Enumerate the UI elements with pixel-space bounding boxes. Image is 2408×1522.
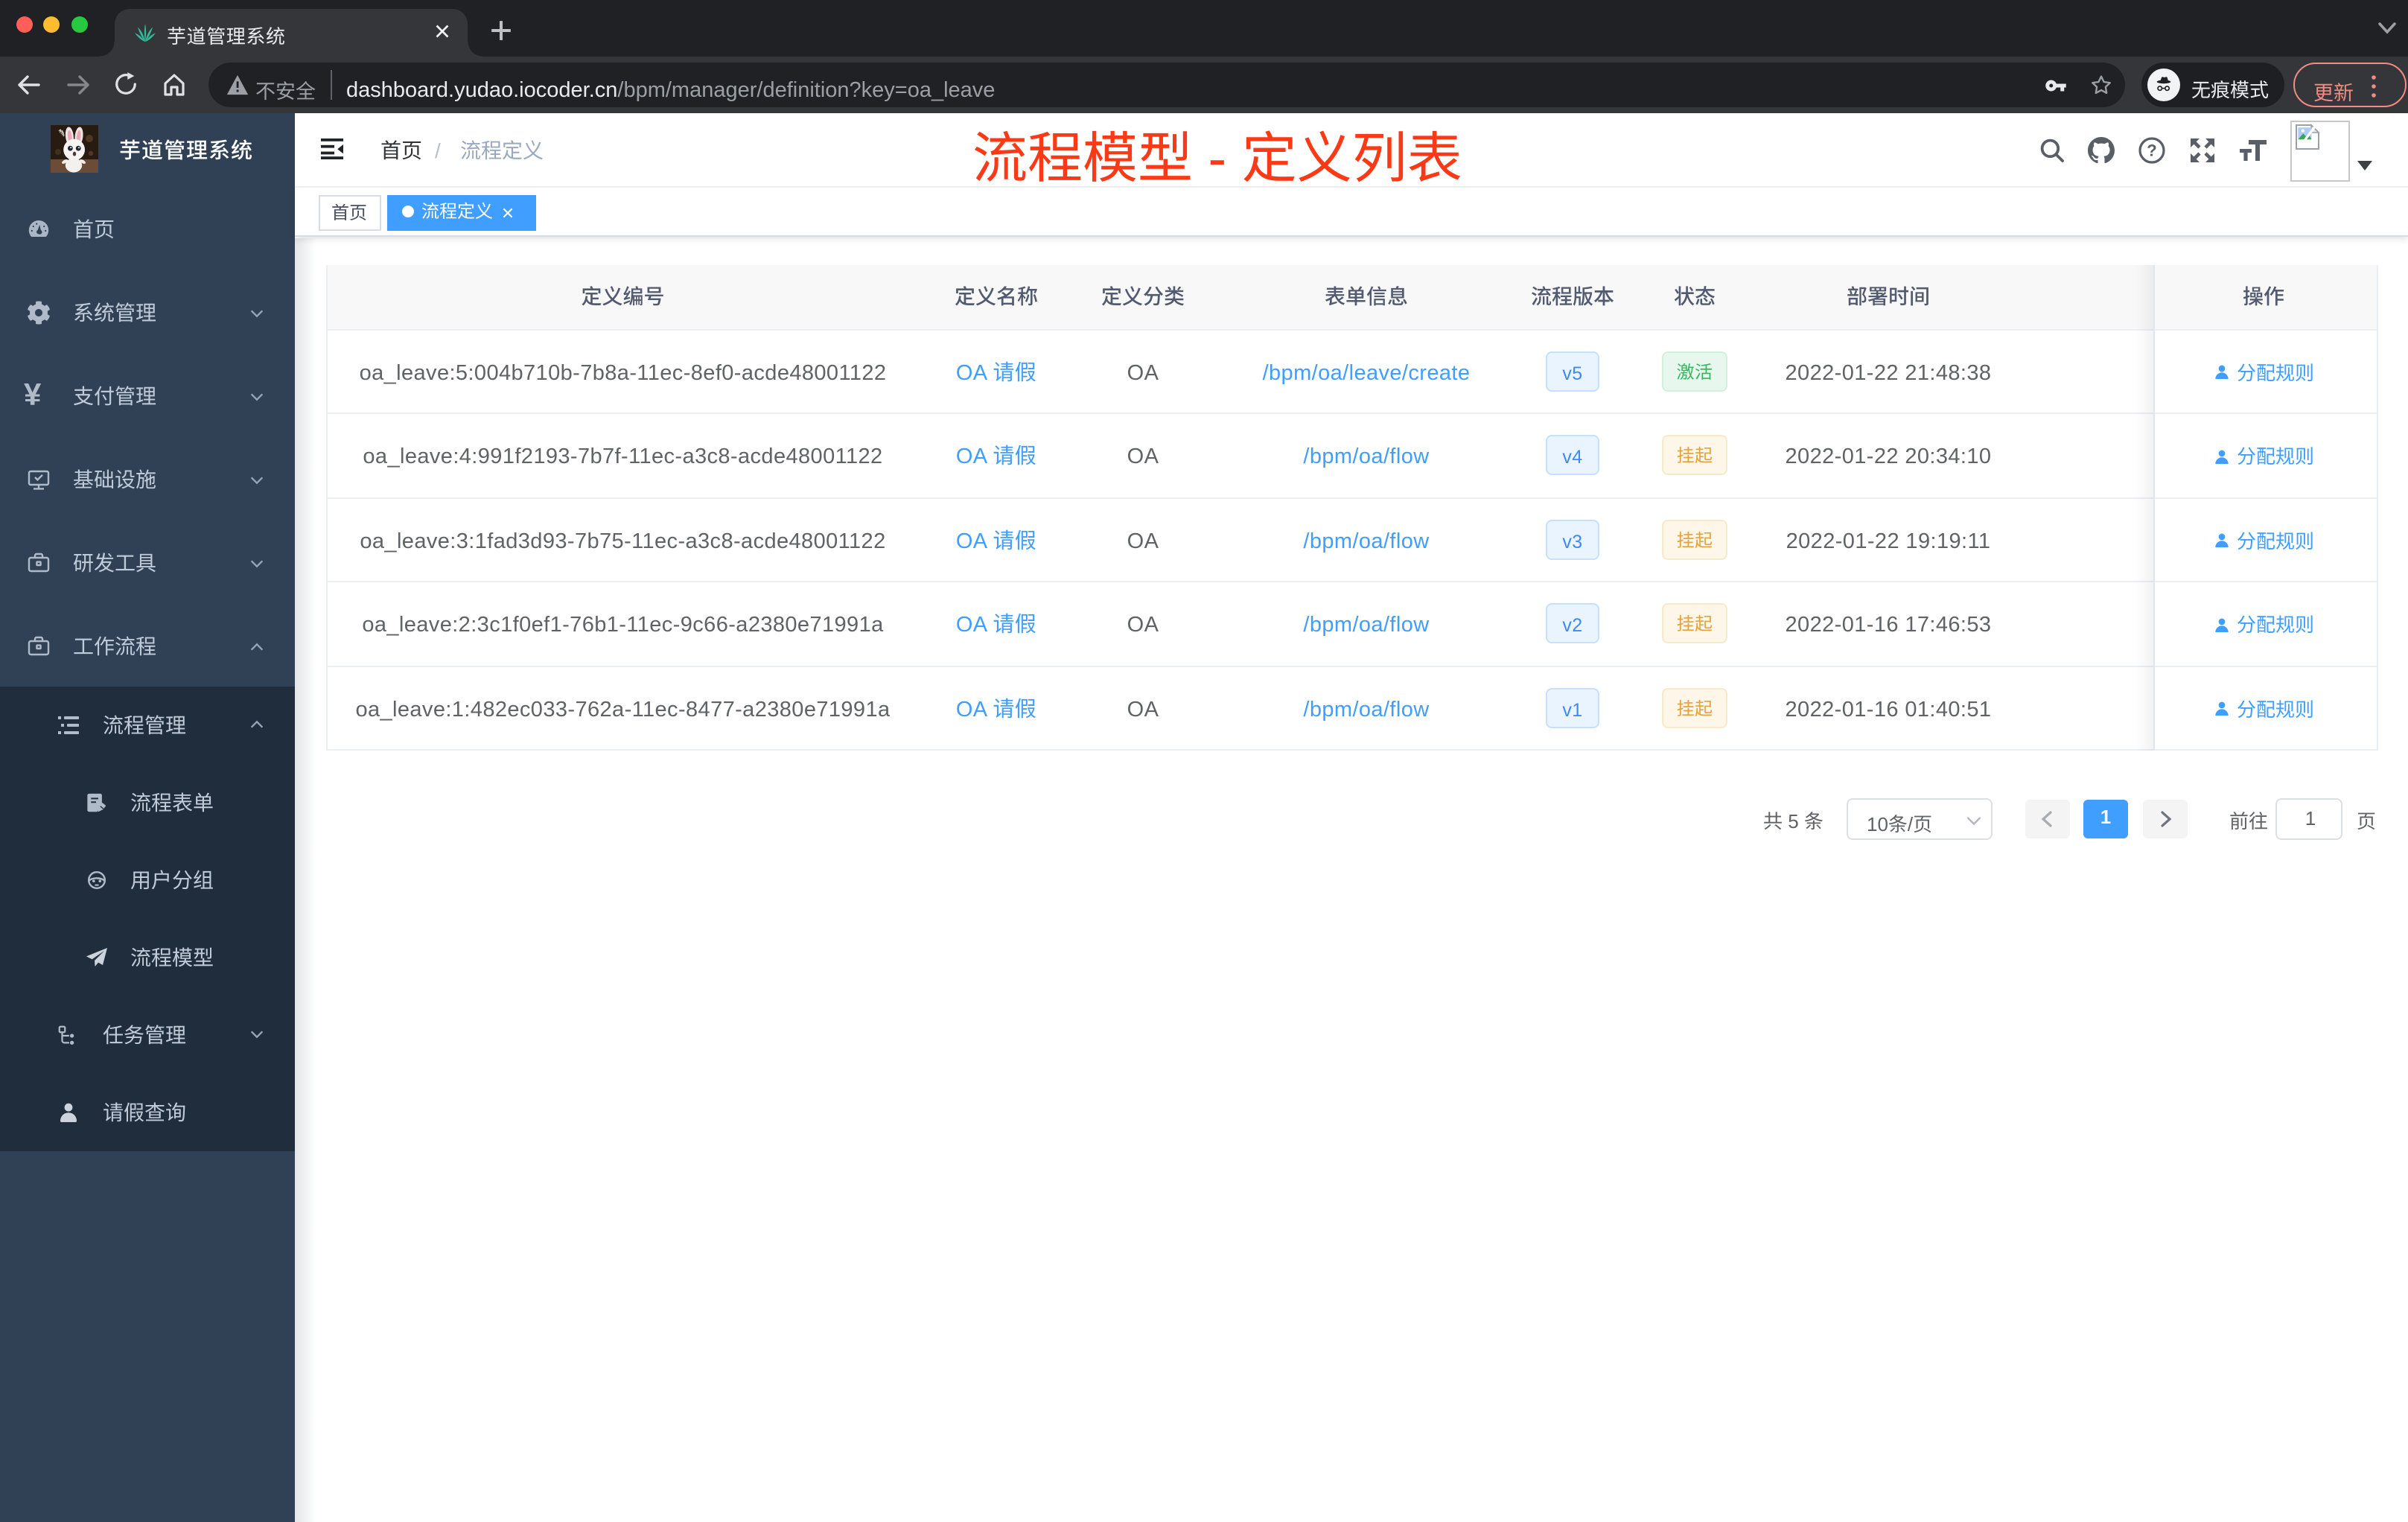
svg-text:?: ? xyxy=(2147,141,2156,160)
